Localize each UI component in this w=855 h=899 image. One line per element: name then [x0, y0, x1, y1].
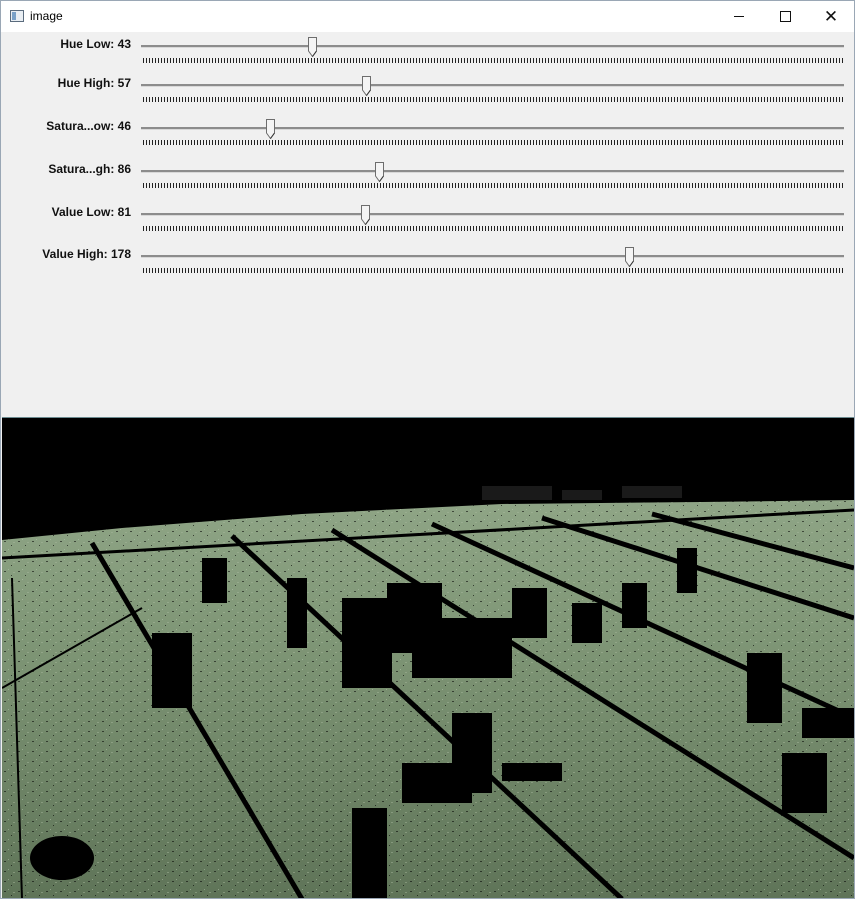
app-window-icon	[10, 10, 24, 22]
slider-ticks	[143, 140, 843, 145]
thresholded-field-image	[2, 486, 854, 898]
slider-track[interactable]	[141, 127, 844, 130]
trackbar-panel: Hue Low: 43 Hue High: 57 Satura...ow: 46…	[1, 32, 854, 417]
trackbar-label: Satura...gh: 86	[48, 162, 131, 176]
slider-ticks	[143, 183, 843, 188]
slider-track[interactable]	[141, 84, 844, 87]
slider-track[interactable]	[141, 45, 844, 48]
slider-ticks	[143, 226, 843, 231]
trackbar-hue-high: Hue High: 57	[1, 71, 854, 111]
slider-thumb[interactable]	[625, 247, 635, 267]
trackbar-label: Satura...ow: 46	[46, 119, 131, 133]
slider-track[interactable]	[141, 255, 844, 258]
image-view[interactable]	[2, 417, 854, 898]
title-bar[interactable]: image ✕	[1, 1, 854, 32]
slider-thumb[interactable]	[361, 205, 371, 225]
close-icon: ✕	[823, 7, 839, 26]
slider-track[interactable]	[141, 213, 844, 216]
slider-thumb[interactable]	[307, 37, 317, 57]
slider-ticks	[143, 58, 843, 63]
slider-track[interactable]	[141, 170, 844, 173]
slider-thumb[interactable]	[266, 119, 276, 139]
maximize-icon	[779, 11, 791, 22]
trackbar-label: Value Low: 81	[51, 205, 131, 219]
trackbar-label: Hue High: 57	[57, 76, 131, 90]
trackbar-label: Hue Low: 43	[60, 37, 131, 51]
slider-ticks	[143, 97, 843, 102]
trackbar-saturation-low: Satura...ow: 46	[1, 114, 854, 154]
slider-ticks	[143, 268, 843, 273]
trackbar-label: Value High: 178	[42, 247, 131, 261]
minimize-button[interactable]	[716, 1, 762, 32]
trackbar-value-high: Value High: 178	[1, 242, 854, 282]
window-title: image	[30, 9, 63, 23]
trackbar-value-low: Value Low: 81	[1, 200, 854, 240]
close-button[interactable]: ✕	[808, 1, 854, 32]
opencv-window: image ✕ Hue Low: 43 Hue High: 57 Satura.…	[0, 0, 855, 899]
maximize-button[interactable]	[762, 1, 808, 32]
slider-thumb[interactable]	[375, 162, 385, 182]
slider-thumb[interactable]	[361, 76, 371, 96]
minimize-icon	[734, 16, 744, 17]
trackbar-saturation-high: Satura...gh: 86	[1, 157, 854, 197]
trackbar-hue-low: Hue Low: 43	[1, 32, 854, 72]
